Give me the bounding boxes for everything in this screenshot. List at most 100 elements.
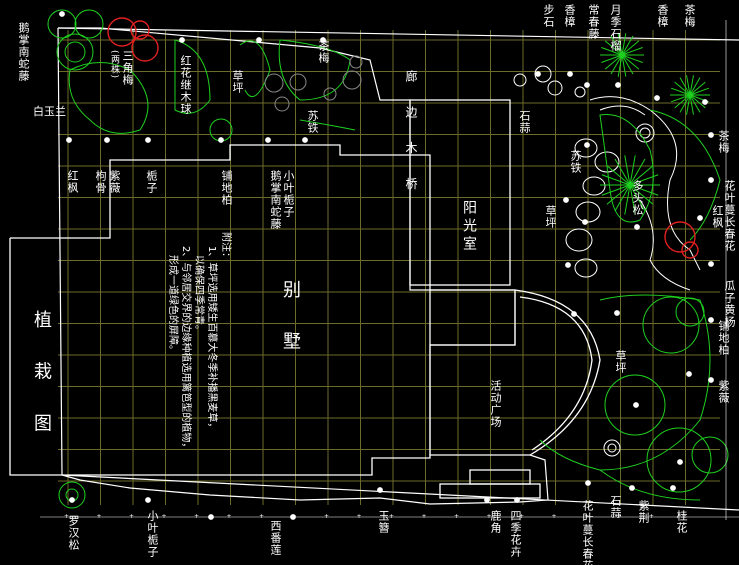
- sunroom-label: 阳光室: [461, 200, 477, 254]
- gravel-circle: [323, 87, 337, 101]
- plant-label: 茶梅: [317, 40, 330, 64]
- plant-label: 枸骨: [94, 170, 107, 194]
- dimension-tick: +: [129, 513, 135, 520]
- palm-frond: [606, 165, 631, 186]
- leader-dot: [145, 497, 151, 503]
- leader-dot: [615, 82, 621, 88]
- gravel-circle: [289, 73, 307, 91]
- dimension-tick: +: [356, 513, 362, 520]
- dimension-tick: +: [649, 513, 655, 520]
- plant-label: 苏铁: [306, 110, 319, 134]
- leader-dot: [708, 177, 714, 183]
- villa-outline: [9, 99, 601, 499]
- plant-label: 草坪: [614, 350, 627, 374]
- dimension-tick: +: [454, 513, 460, 520]
- plant-label: 罗汉松: [67, 515, 80, 551]
- notes-line2: 2、与邻居交界的边缘种植选用篱笆型的植物，: [180, 246, 191, 453]
- palm-frond: [621, 54, 643, 63]
- plant-label: 紫薇: [717, 380, 730, 404]
- leader-dot: [567, 71, 573, 77]
- plant-label: 红花继木球: [179, 55, 192, 115]
- leader-dot: [654, 95, 660, 101]
- plant-label: 栀子: [145, 170, 158, 194]
- leader-dot: [565, 262, 571, 268]
- planting-grid: [58, 30, 720, 505]
- dimension-tick: +: [616, 513, 622, 520]
- palm-frond: [601, 184, 631, 196]
- leader-dot: [702, 99, 708, 105]
- plant-label: 茶梅: [683, 4, 696, 28]
- dimension-tick: +: [259, 513, 265, 520]
- leader-dot: [179, 37, 185, 43]
- gravel-circle: [342, 70, 362, 90]
- dimension-tick: +: [389, 513, 395, 520]
- plant-label: 石蒜: [518, 110, 531, 134]
- plant-label: 香樟: [656, 4, 669, 28]
- plant-label: 红枫: [66, 170, 79, 194]
- leader-dot: [535, 71, 541, 77]
- gravel-circle: [274, 96, 290, 112]
- leader-dot: [708, 317, 714, 323]
- pavilion-label: 廊 边 木 桥: [404, 70, 418, 200]
- leader-dot: [614, 310, 620, 316]
- plant-label: 鹅掌南蛇藤: [269, 170, 282, 230]
- dimension-tick: +: [584, 513, 590, 520]
- dimension-tick: +: [96, 513, 102, 520]
- dimension-tick: +: [486, 513, 492, 520]
- leader-dot: [584, 142, 590, 148]
- plant-label: 紫荆: [637, 500, 650, 524]
- villa-label: 别 墅: [280, 280, 301, 364]
- dimension-tick: +: [64, 513, 70, 520]
- leader-dot: [563, 197, 569, 203]
- leader-dot: [708, 377, 714, 383]
- drawing-title: 植 栽 图: [31, 310, 52, 446]
- plant-label: 鹅掌南蛇藤: [17, 22, 30, 82]
- plant-label: 白玉兰: [33, 105, 66, 118]
- plant-label: 常春藤: [587, 4, 600, 40]
- plant-label: 草坪: [231, 70, 244, 94]
- palm-frond: [601, 54, 623, 63]
- plant-label: 西番莲: [269, 520, 282, 556]
- dimension-tick: +: [681, 513, 687, 520]
- notes-line1: 1、草坪选用矮生百慕大冬季补播黑麦草，: [206, 246, 217, 433]
- dimension-tick: +: [324, 513, 330, 520]
- leader-dot: [571, 311, 577, 317]
- leader-dot: [66, 137, 72, 143]
- notes-line1b: 以确保四季常青。: [193, 255, 204, 335]
- leader-dot: [69, 497, 75, 503]
- leader-dot: [686, 371, 692, 377]
- plant-label: (两株): [109, 50, 119, 80]
- leader-dot: [145, 137, 151, 143]
- dimension-tick: +: [194, 513, 200, 520]
- plant-label: 花叶蔓长春花: [581, 500, 594, 565]
- plant-label: 茶梅: [717, 130, 730, 154]
- leader-lines: [59, 11, 714, 520]
- plant-label: 铺地柏: [220, 170, 233, 206]
- site-boundary: [57, 27, 739, 511]
- plant-label: 小叶栀子: [282, 170, 295, 218]
- dimension-tick: +: [226, 513, 232, 520]
- plant-label: 步石: [542, 4, 555, 28]
- leader-dot: [104, 137, 110, 143]
- plant-label: 月季石榴: [609, 4, 622, 52]
- leader-dot: [302, 137, 308, 143]
- plant-label: 红枫: [711, 205, 724, 229]
- dimension-tick: +: [421, 513, 427, 520]
- leader-dot: [629, 485, 635, 491]
- palm-frond: [621, 47, 643, 56]
- plant-label: 多头松: [631, 180, 644, 216]
- leader-dot: [708, 132, 714, 138]
- tree-symbols: [47, 9, 729, 509]
- dimension-lines: [40, 20, 739, 520]
- plant-label: 香樟: [563, 4, 576, 28]
- leader-dot: [584, 82, 590, 88]
- notes-heading: 附注：: [220, 232, 231, 262]
- plant-label: 紫薇: [108, 170, 121, 194]
- leader-dot: [59, 11, 65, 17]
- plant-label: 小叶栀子: [146, 510, 159, 558]
- leader-dot: [265, 137, 271, 143]
- notes-line2b: 形成一道绿色的屏障。: [167, 255, 178, 355]
- leader-dot: [377, 487, 383, 493]
- leader-dot: [582, 219, 588, 225]
- cad-canvas: 植 栽 图 别 墅 阳光室 活动广场 廊 边 木 桥 附注： 1、草坪选用矮生百…: [0, 0, 739, 565]
